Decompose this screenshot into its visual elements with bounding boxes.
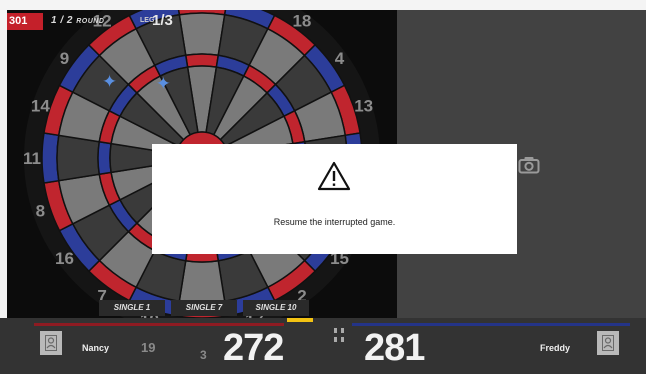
hit-mark-2: SINGLE 7 [171,300,237,316]
board-number: 9 [60,49,69,68]
dart-hit-icon: ✦ [156,73,171,93]
top-hud: 301 1 / 2 ROUND LEG 1/3 [7,10,237,32]
player1-score: 272 [223,327,284,369]
camera-icon[interactable] [518,156,540,174]
dialog-message: Resume the interrupted game. [273,217,396,227]
board-number: 4 [335,49,345,68]
leg-value: 1/3 [152,12,173,29]
dart-hit-icon: ✦ [102,71,117,91]
user-icon [45,335,57,351]
warning-icon [317,161,351,191]
score-bar: Nancy 19 3 272 281 Freddy [0,318,646,374]
small-number-left: 19 [141,340,156,355]
player1-name: Nancy [82,343,110,353]
round-value: 1 / 2 [51,15,73,26]
player1-avatar [40,331,62,355]
player2-avatar [597,331,619,355]
board-number: 14 [31,96,50,115]
single-segment [178,259,226,304]
user-icon [602,335,614,351]
divider-tick [334,328,337,333]
triple-segment [97,140,112,176]
round-indicator: 1 / 2 ROUND [51,15,104,26]
board-number: 18 [292,11,311,30]
single-segment [56,134,101,182]
divider-tick [341,328,344,333]
round-unit: ROUND [76,18,105,25]
board-number: 16 [55,249,74,268]
hit-mark-1: SINGLE 1 [99,300,165,316]
triple-segment [184,53,220,68]
small-number-mid: 3 [200,348,207,362]
game-screen: 2011841361015217319716811149125✦✦ SINGLE… [0,0,646,374]
board-number: 11 [23,149,41,168]
board-number: 8 [36,202,45,221]
player1-bar-line [34,323,284,326]
divider-tick [341,337,344,342]
board-number: 13 [354,96,373,115]
player2-bar-line [352,323,630,326]
player2-name: Freddy [540,343,571,353]
hit-mark-3: SINGLE 10 [243,300,309,316]
divider-tick [334,337,337,342]
player2-score: 281 [364,327,425,369]
game-code-badge: 301 [7,13,43,30]
turn-marker [287,318,313,322]
resume-dialog[interactable]: Resume the interrupted game. [152,144,517,254]
